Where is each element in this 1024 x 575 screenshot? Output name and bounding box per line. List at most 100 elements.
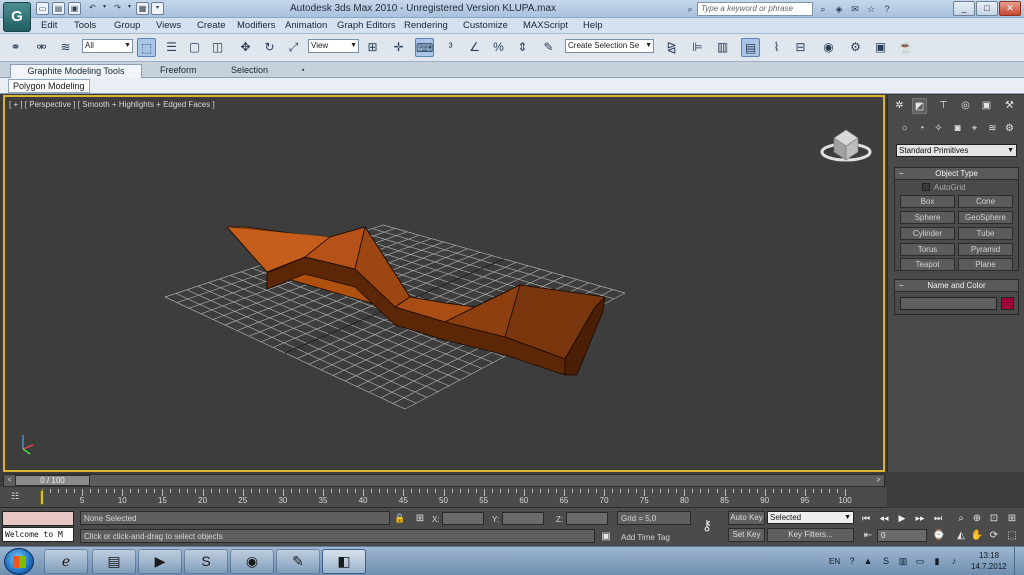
rectangular-selection-icon[interactable]: ▢ [185,38,204,57]
pivot-center-icon[interactable]: ⊞ [363,38,382,57]
maximize-viewport-icon[interactable]: ⬚ [1005,529,1019,542]
box-button[interactable]: Box [900,195,955,208]
tab-freeform[interactable]: Freeform [154,64,203,78]
select-object-icon[interactable]: ⬚ [137,38,156,57]
display-panel-icon[interactable]: ▣ [979,98,994,114]
next-key-icon[interactable]: ▸▸ [913,512,927,524]
help-icon[interactable]: ? [880,2,894,16]
hierarchy-panel-icon[interactable]: ⊤ [936,98,951,114]
redo-dropdown-icon[interactable]: ▾ [123,2,136,15]
select-and-link-icon[interactable]: ⚭ [6,38,25,57]
menu-graph-editors[interactable]: Graph Editors [337,20,396,31]
media-player-icon[interactable]: ▶ [138,549,182,574]
selection-filter-dropdown[interactable]: All ▼ [82,39,133,53]
absolute-mode-icon[interactable]: ⊞ [413,512,427,525]
tab-polygon-modeling[interactable]: Polygon Modeling [8,79,90,93]
cylinder-button[interactable]: Cylinder [900,227,955,240]
time-configuration-icon[interactable]: ⌚ [932,529,946,542]
zoom-all-icon[interactable]: ⊕ [970,512,984,525]
viewport-scene[interactable] [5,97,883,470]
skype-tray-icon[interactable]: S [880,555,892,567]
viewport-label[interactable]: [ + ] [ Perspective ] [ Smooth + Highlig… [9,100,215,109]
menu-help[interactable]: Help [583,20,603,31]
teapot-button[interactable]: Teapot [900,258,955,271]
volume-tray-icon[interactable]: ♪ [948,555,960,567]
utilities-panel-icon[interactable]: ⚒ [1002,98,1017,114]
open-file-icon[interactable]: ▤ [52,2,65,15]
set-key-button[interactable]: Set Key [728,528,765,542]
perspective-viewport[interactable]: [ + ] [ Perspective ] [ Smooth + Highlig… [3,95,885,472]
clock-time[interactable]: 13:18 [979,551,999,560]
paint-icon[interactable]: ✎ [276,549,320,574]
ribbon-options-icon[interactable]: ▪ [296,64,310,78]
y-coordinate-field[interactable] [502,512,544,525]
reference-coordinate-dropdown[interactable]: View ▼ [308,39,359,53]
unlink-selection-icon[interactable]: ⚮ [32,38,51,57]
align-icon[interactable]: ⊫ [688,38,707,57]
previous-frame-icon[interactable]: < [4,475,15,486]
create-panel-icon[interactable]: ✲ [892,98,907,114]
tube-button[interactable]: Tube [958,227,1013,240]
internet-explorer-icon[interactable]: ℯ [44,549,88,574]
select-and-move-icon[interactable]: ✥ [236,38,255,57]
render-setup-icon[interactable]: ⚙ [846,38,865,57]
systems-icon[interactable]: ⚙ [1003,122,1016,135]
name-and-color-rollout-header[interactable]: − Name and Color [895,280,1018,292]
file-explorer-icon[interactable]: ▤ [92,549,136,574]
start-button[interactable] [4,548,34,575]
undo-dropdown-icon[interactable]: ▾ [98,2,111,15]
play-icon[interactable]: ▶ [895,512,909,524]
window-crossing-icon[interactable]: ◫ [208,38,227,57]
menu-create[interactable]: Create [197,20,226,31]
plane-button[interactable]: Plane [958,258,1013,271]
app-logo-icon[interactable]: G [3,2,31,32]
render-production-icon[interactable]: ☕ [896,38,915,57]
help-search-input[interactable]: Type a keyword or phrase [697,2,813,16]
network-tray-icon[interactable]: ▥ [897,555,909,567]
close-button[interactable]: ✕ [999,1,1021,16]
key-mode-dropdown[interactable]: Selected ▼ [767,511,854,524]
power-tray-icon[interactable]: ▮ [931,555,943,567]
select-and-manipulate-icon[interactable]: ✛ [389,38,408,57]
menu-maxscript[interactable]: MAXScript [523,20,568,31]
3ds-max-taskbar-icon[interactable]: ◧ [322,549,366,574]
key-mode-toggle-icon[interactable]: ⇤ [861,529,875,542]
shapes-icon[interactable]: ◔ [915,122,928,135]
object-name-input[interactable] [900,297,997,310]
angle-snap-icon[interactable]: ∠ [465,38,484,57]
new-file-icon[interactable]: ▭ [36,2,49,15]
percent-snap-icon[interactable]: % [489,38,508,57]
tray-chevron-icon[interactable]: ▲ [862,555,874,567]
pyramid-button[interactable]: Pyramid [958,243,1013,256]
clock-date[interactable]: 14.7.2012 [971,562,1007,571]
mirror-icon[interactable]: ⧎ [662,38,681,57]
keyboard-shortcut-override-icon[interactable]: ⌨ [415,38,434,57]
favorites-icon[interactable]: ☆ [864,2,878,16]
rendered-frame-window-icon[interactable]: ▣ [871,38,890,57]
named-selection-sets-dropdown[interactable]: Create Selection Se ▼ [565,39,654,53]
object-color-swatch[interactable] [1001,297,1014,310]
field-of-view-icon[interactable]: ◭ [954,529,968,542]
search-icon[interactable]: ⌕ [816,2,830,16]
tab-selection[interactable]: Selection [225,64,274,78]
binoculars-icon[interactable]: ⌕ [683,2,697,16]
orbit-icon[interactable]: ⟳ [987,529,1001,542]
snaps-toggle-icon[interactable]: ³ [441,38,460,57]
helpers-icon[interactable]: ⌖ [968,122,981,135]
schematic-view-icon[interactable]: ⊟ [791,38,810,57]
zoom-extents-all-icon[interactable]: ⊞ [1005,512,1019,525]
sphere-button[interactable]: Sphere [900,211,955,224]
torus-button[interactable]: Torus [900,243,955,256]
maxscript-listener-output[interactable]: Welcome to M [2,527,74,542]
cone-button[interactable]: Cone [958,195,1013,208]
minimize-button[interactable]: _ [953,1,975,16]
select-and-scale-icon[interactable]: ⤢ [284,38,303,57]
subscription-icon[interactable]: ◈ [832,2,846,16]
menu-modifiers[interactable]: Modifiers [237,20,276,31]
geometry-icon[interactable]: ○ [898,122,911,135]
save-file-icon[interactable]: ▣ [68,2,81,15]
z-coordinate-field[interactable] [566,512,608,525]
menu-group[interactable]: Group [114,20,140,31]
current-frame-field[interactable]: 0 [877,529,927,542]
material-editor-icon[interactable]: ◉ [819,38,838,57]
